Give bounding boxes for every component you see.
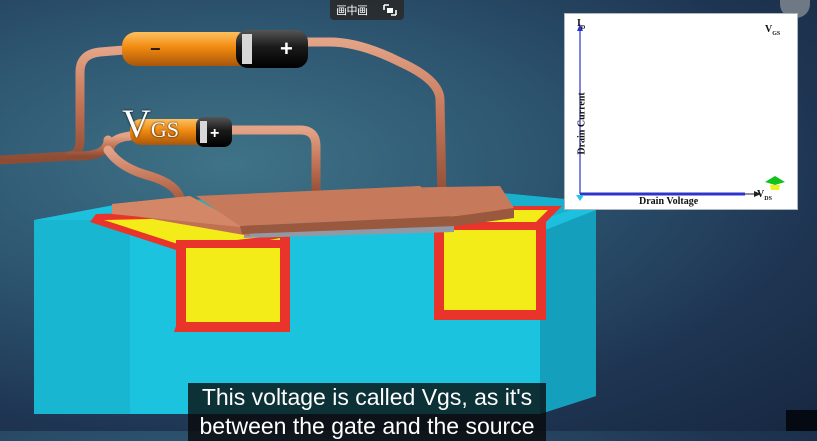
- x-axis-label: Drain Voltage: [639, 196, 699, 207]
- battery-small-plus: +: [210, 125, 219, 142]
- picture-in-picture-icon[interactable]: [382, 3, 398, 17]
- graph-axes: [576, 24, 785, 201]
- y-axis-label: Drain Current: [576, 92, 588, 155]
- pip-label[interactable]: 画中画: [336, 2, 368, 18]
- caption-line-2: between the gate and the source: [199, 413, 535, 439]
- cursor-marker: [576, 195, 584, 201]
- subtitle-caption: This voltage is called Vgs, as it's betw…: [188, 383, 546, 441]
- battery-minus: −: [150, 39, 161, 59]
- vds-label: VDS: [757, 189, 772, 202]
- pip-toolbar[interactable]: 画中画: [330, 0, 404, 20]
- battery-plus: +: [280, 36, 293, 61]
- drain-battery: − +: [122, 30, 308, 68]
- corner-thumbnail: [786, 410, 817, 431]
- graph-vgs-label: VGS: [765, 24, 781, 37]
- id-vds-graph: ID VGS Drain Current Drain Voltage VDS: [564, 13, 798, 210]
- id-label: ID: [577, 18, 586, 31]
- vgs-marker: [765, 176, 785, 185]
- vgs-label: VGS: [122, 101, 180, 146]
- caption-line-1: This voltage is called Vgs, as it's: [201, 384, 533, 410]
